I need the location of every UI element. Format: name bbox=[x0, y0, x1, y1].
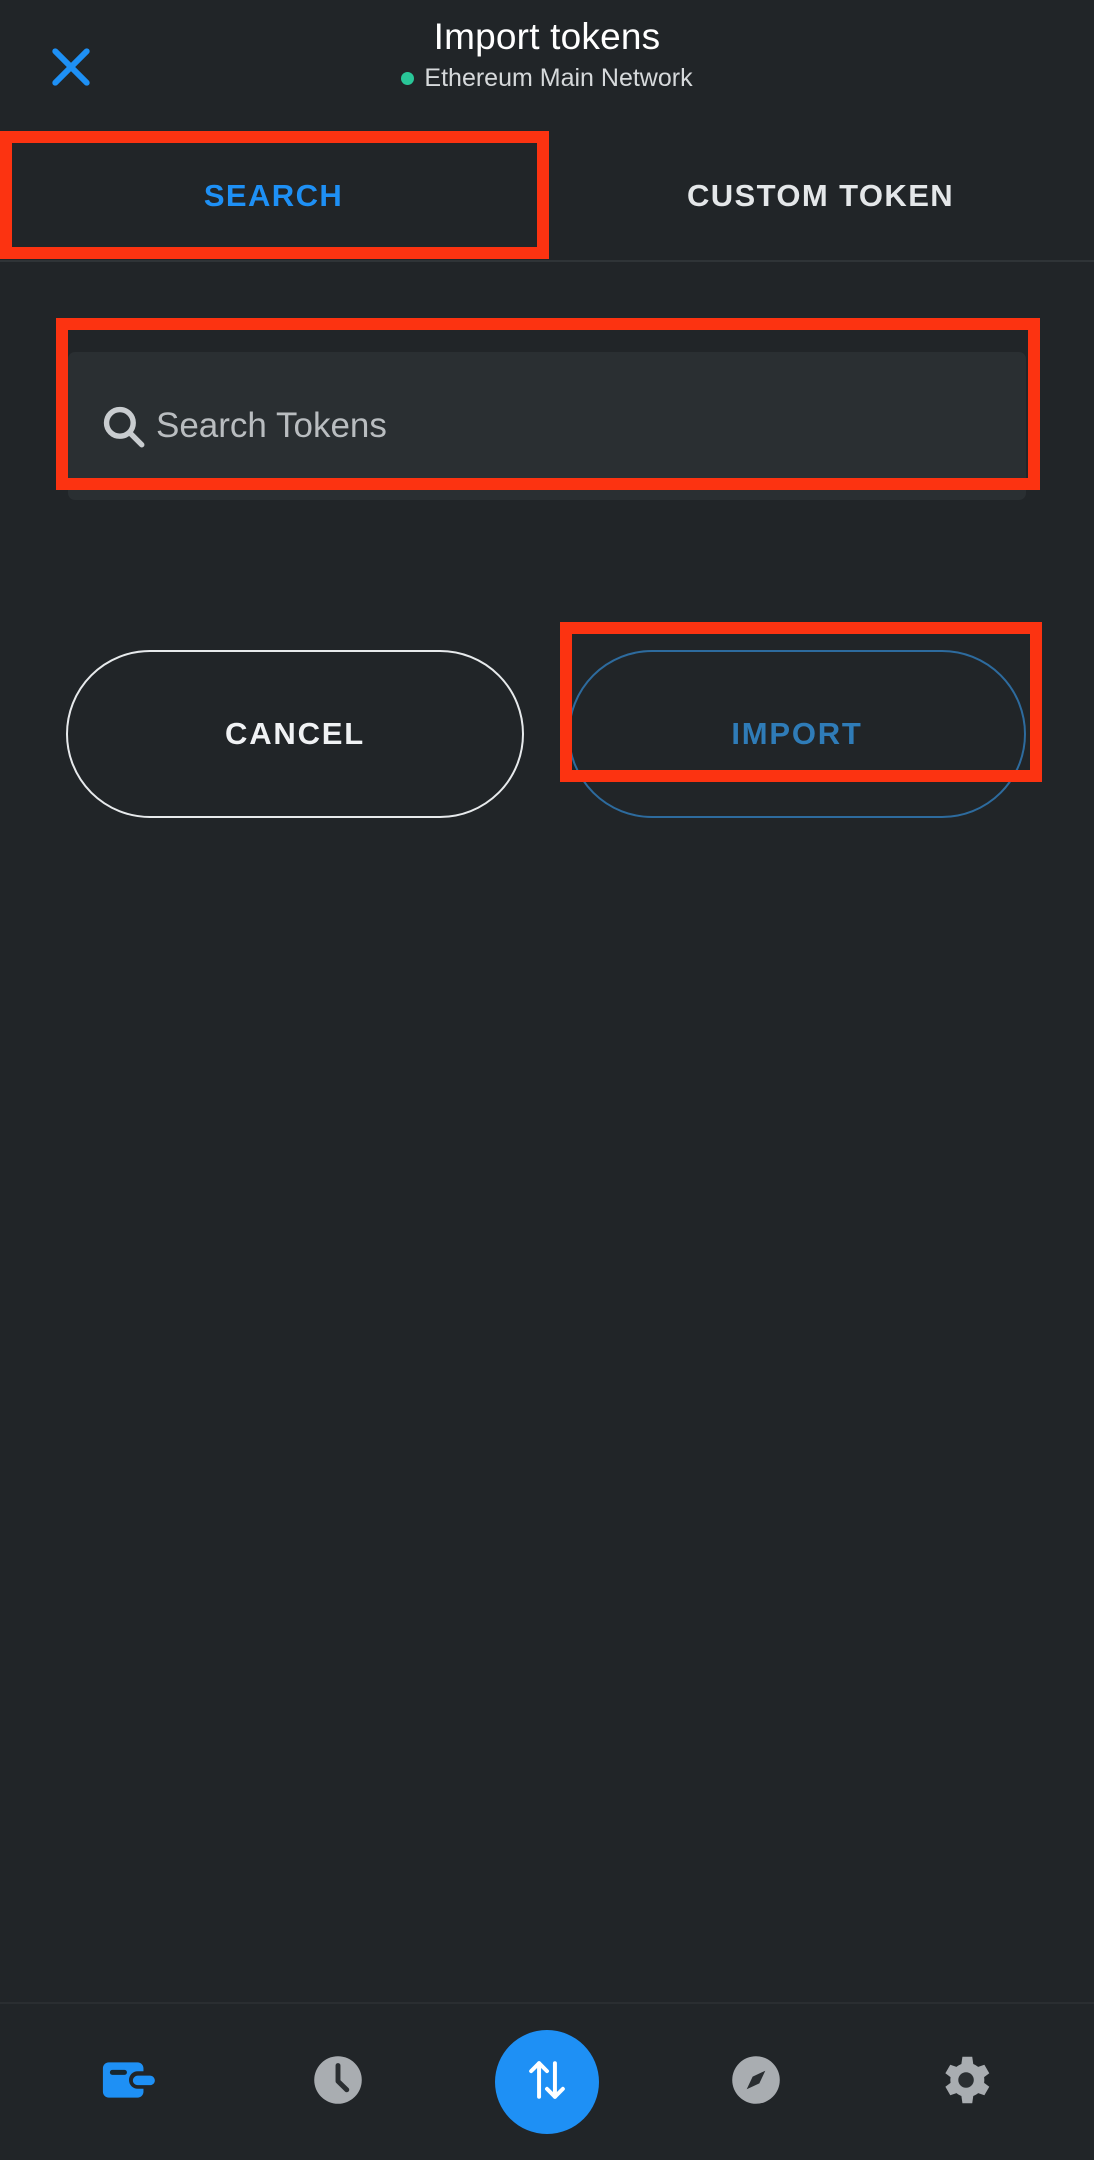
clock-icon bbox=[307, 2049, 369, 2116]
network-status-dot bbox=[401, 71, 415, 85]
page-title: Import tokens bbox=[433, 16, 661, 57]
cancel-button-label: CANCEL bbox=[225, 716, 365, 751]
tab-panel-search: CANCEL IMPORT bbox=[0, 262, 1094, 2160]
network-label: Ethereum Main Network bbox=[424, 64, 693, 93]
nav-swap[interactable] bbox=[487, 2022, 607, 2142]
bottom-navigation-bar bbox=[0, 2002, 1094, 2160]
swap-icon bbox=[519, 2052, 575, 2113]
tab-search[interactable]: SEARCH bbox=[0, 132, 547, 260]
compass-icon bbox=[725, 2049, 787, 2116]
swap-button[interactable] bbox=[494, 2030, 599, 2134]
header: Import tokens Ethereum Main Network bbox=[0, 0, 1094, 132]
nav-browser[interactable] bbox=[696, 2022, 816, 2142]
gear-icon bbox=[934, 2049, 996, 2116]
import-button-label: IMPORT bbox=[731, 716, 863, 751]
tab-bar: SEARCH CUSTOM TOKEN bbox=[0, 132, 1094, 262]
search-field[interactable] bbox=[68, 352, 1026, 500]
tab-search-label: SEARCH bbox=[203, 178, 344, 213]
nav-history[interactable] bbox=[278, 2022, 398, 2142]
header-titles: Import tokens Ethereum Main Network bbox=[0, 16, 1094, 93]
tab-custom-token[interactable]: CUSTOM TOKEN bbox=[547, 132, 1094, 260]
cancel-button[interactable]: CANCEL bbox=[66, 650, 524, 818]
network-indicator: Ethereum Main Network bbox=[0, 63, 1094, 93]
nav-settings[interactable] bbox=[905, 2022, 1025, 2142]
tab-custom-token-label: CUSTOM TOKEN bbox=[686, 178, 955, 213]
nav-wallet[interactable] bbox=[69, 2022, 189, 2142]
search-input[interactable] bbox=[156, 406, 1026, 446]
import-tokens-screen: Import tokens Ethereum Main Network SEAR… bbox=[0, 0, 1094, 2160]
wallet-icon bbox=[98, 2049, 160, 2116]
import-button[interactable]: IMPORT bbox=[568, 650, 1026, 818]
search-icon bbox=[96, 399, 150, 453]
action-button-row: CANCEL IMPORT bbox=[66, 650, 1026, 818]
